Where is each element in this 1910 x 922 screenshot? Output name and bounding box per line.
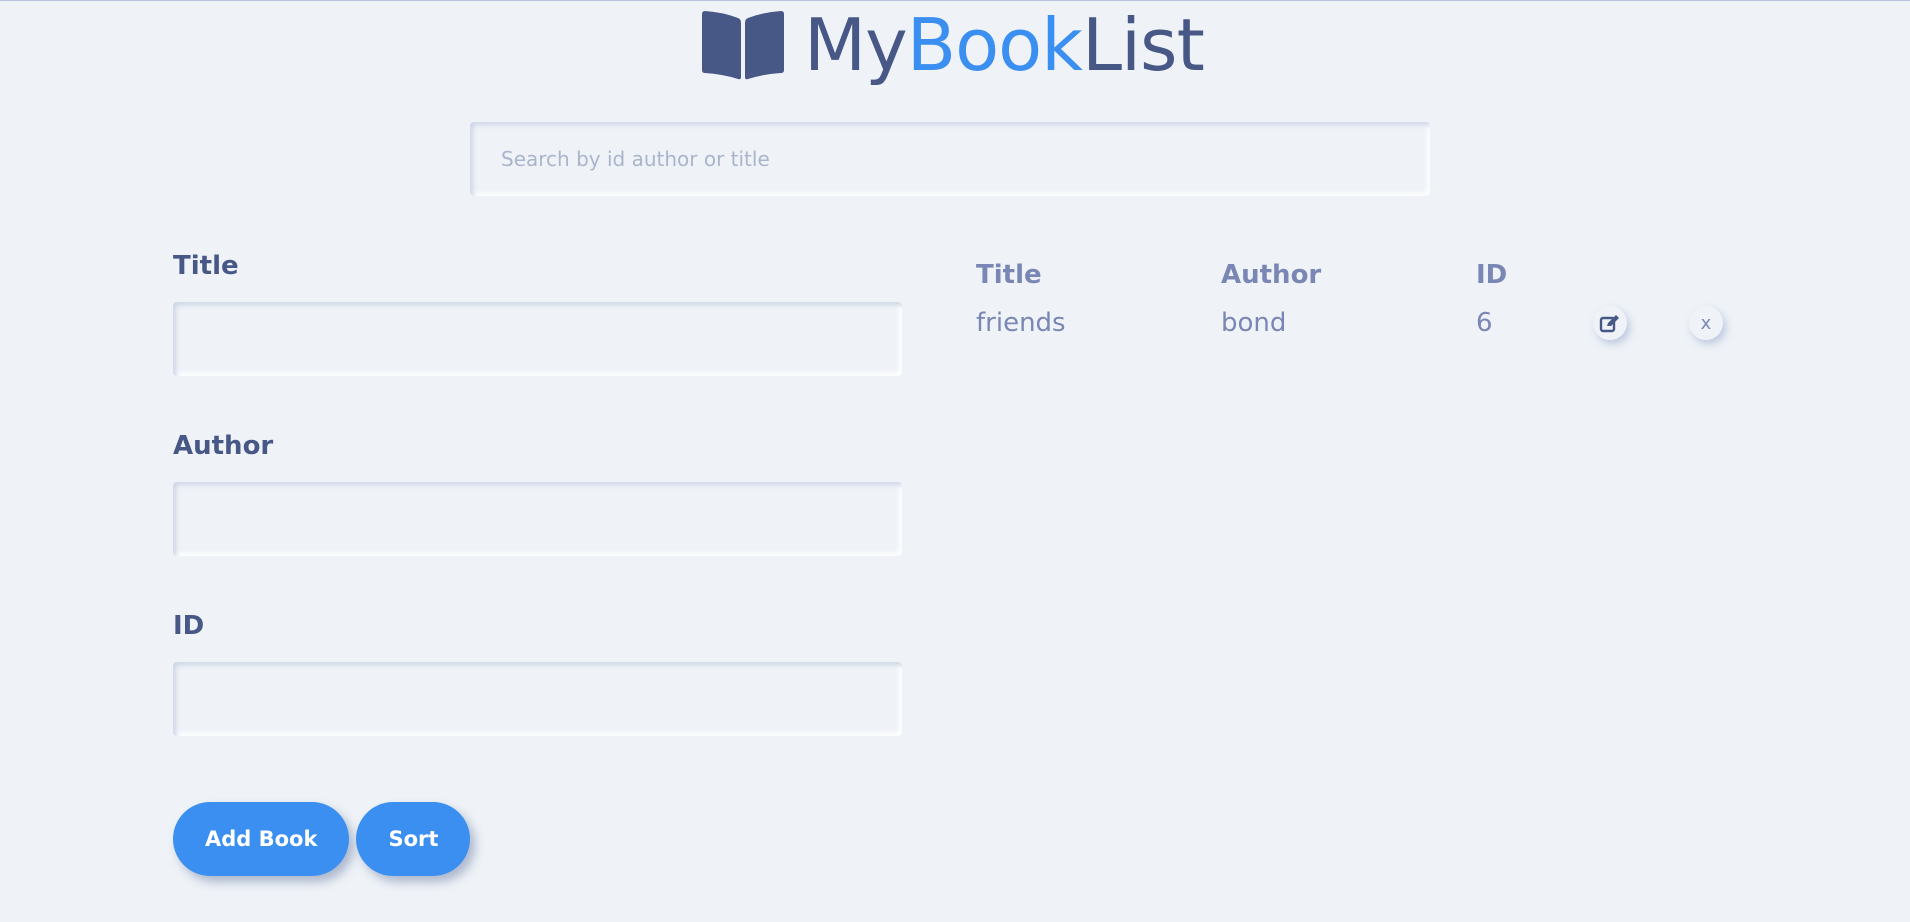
header-author: Author xyxy=(1221,260,1322,290)
header-title: Title xyxy=(976,260,1042,290)
edit-button[interactable] xyxy=(1593,306,1627,340)
author-field-box xyxy=(173,482,902,556)
app-title-list: List xyxy=(1081,3,1205,87)
book-form: Title Author ID xyxy=(173,246,902,786)
title-input[interactable] xyxy=(173,302,902,376)
cell-title: friends xyxy=(976,308,1066,338)
id-label: ID xyxy=(173,611,205,641)
cell-author: bond xyxy=(1221,308,1287,338)
header-id: ID xyxy=(1476,260,1508,290)
id-field-box xyxy=(173,662,902,736)
author-input[interactable] xyxy=(173,482,902,556)
author-field-group: Author xyxy=(173,426,902,556)
id-input[interactable] xyxy=(173,662,902,736)
open-book-icon xyxy=(702,11,784,80)
title-field-box xyxy=(173,302,902,376)
book-table: Title Author ID friends bond 6 x xyxy=(976,255,1723,351)
app-logo: MyBookList xyxy=(700,2,1205,88)
table-header: Title Author ID xyxy=(976,255,1723,295)
table-row: friends bond 6 x xyxy=(976,295,1723,351)
search-box xyxy=(470,122,1430,196)
app-title-my: My xyxy=(804,3,908,87)
id-field-group: ID xyxy=(173,606,902,736)
form-buttons: Add Book Sort xyxy=(173,802,471,876)
author-label: Author xyxy=(173,431,274,461)
edit-icon xyxy=(1599,315,1619,333)
app-title-book: Book xyxy=(906,3,1083,87)
sort-button[interactable]: Sort xyxy=(356,802,471,876)
add-book-button[interactable]: Add Book xyxy=(173,802,350,876)
delete-button[interactable]: x xyxy=(1689,306,1723,340)
app-title: MyBookList xyxy=(804,2,1205,88)
search-input[interactable] xyxy=(470,122,1430,196)
top-border xyxy=(0,0,1910,1)
title-field-group: Title xyxy=(173,246,902,376)
cell-id: 6 xyxy=(1476,308,1493,338)
title-label: Title xyxy=(173,251,239,281)
